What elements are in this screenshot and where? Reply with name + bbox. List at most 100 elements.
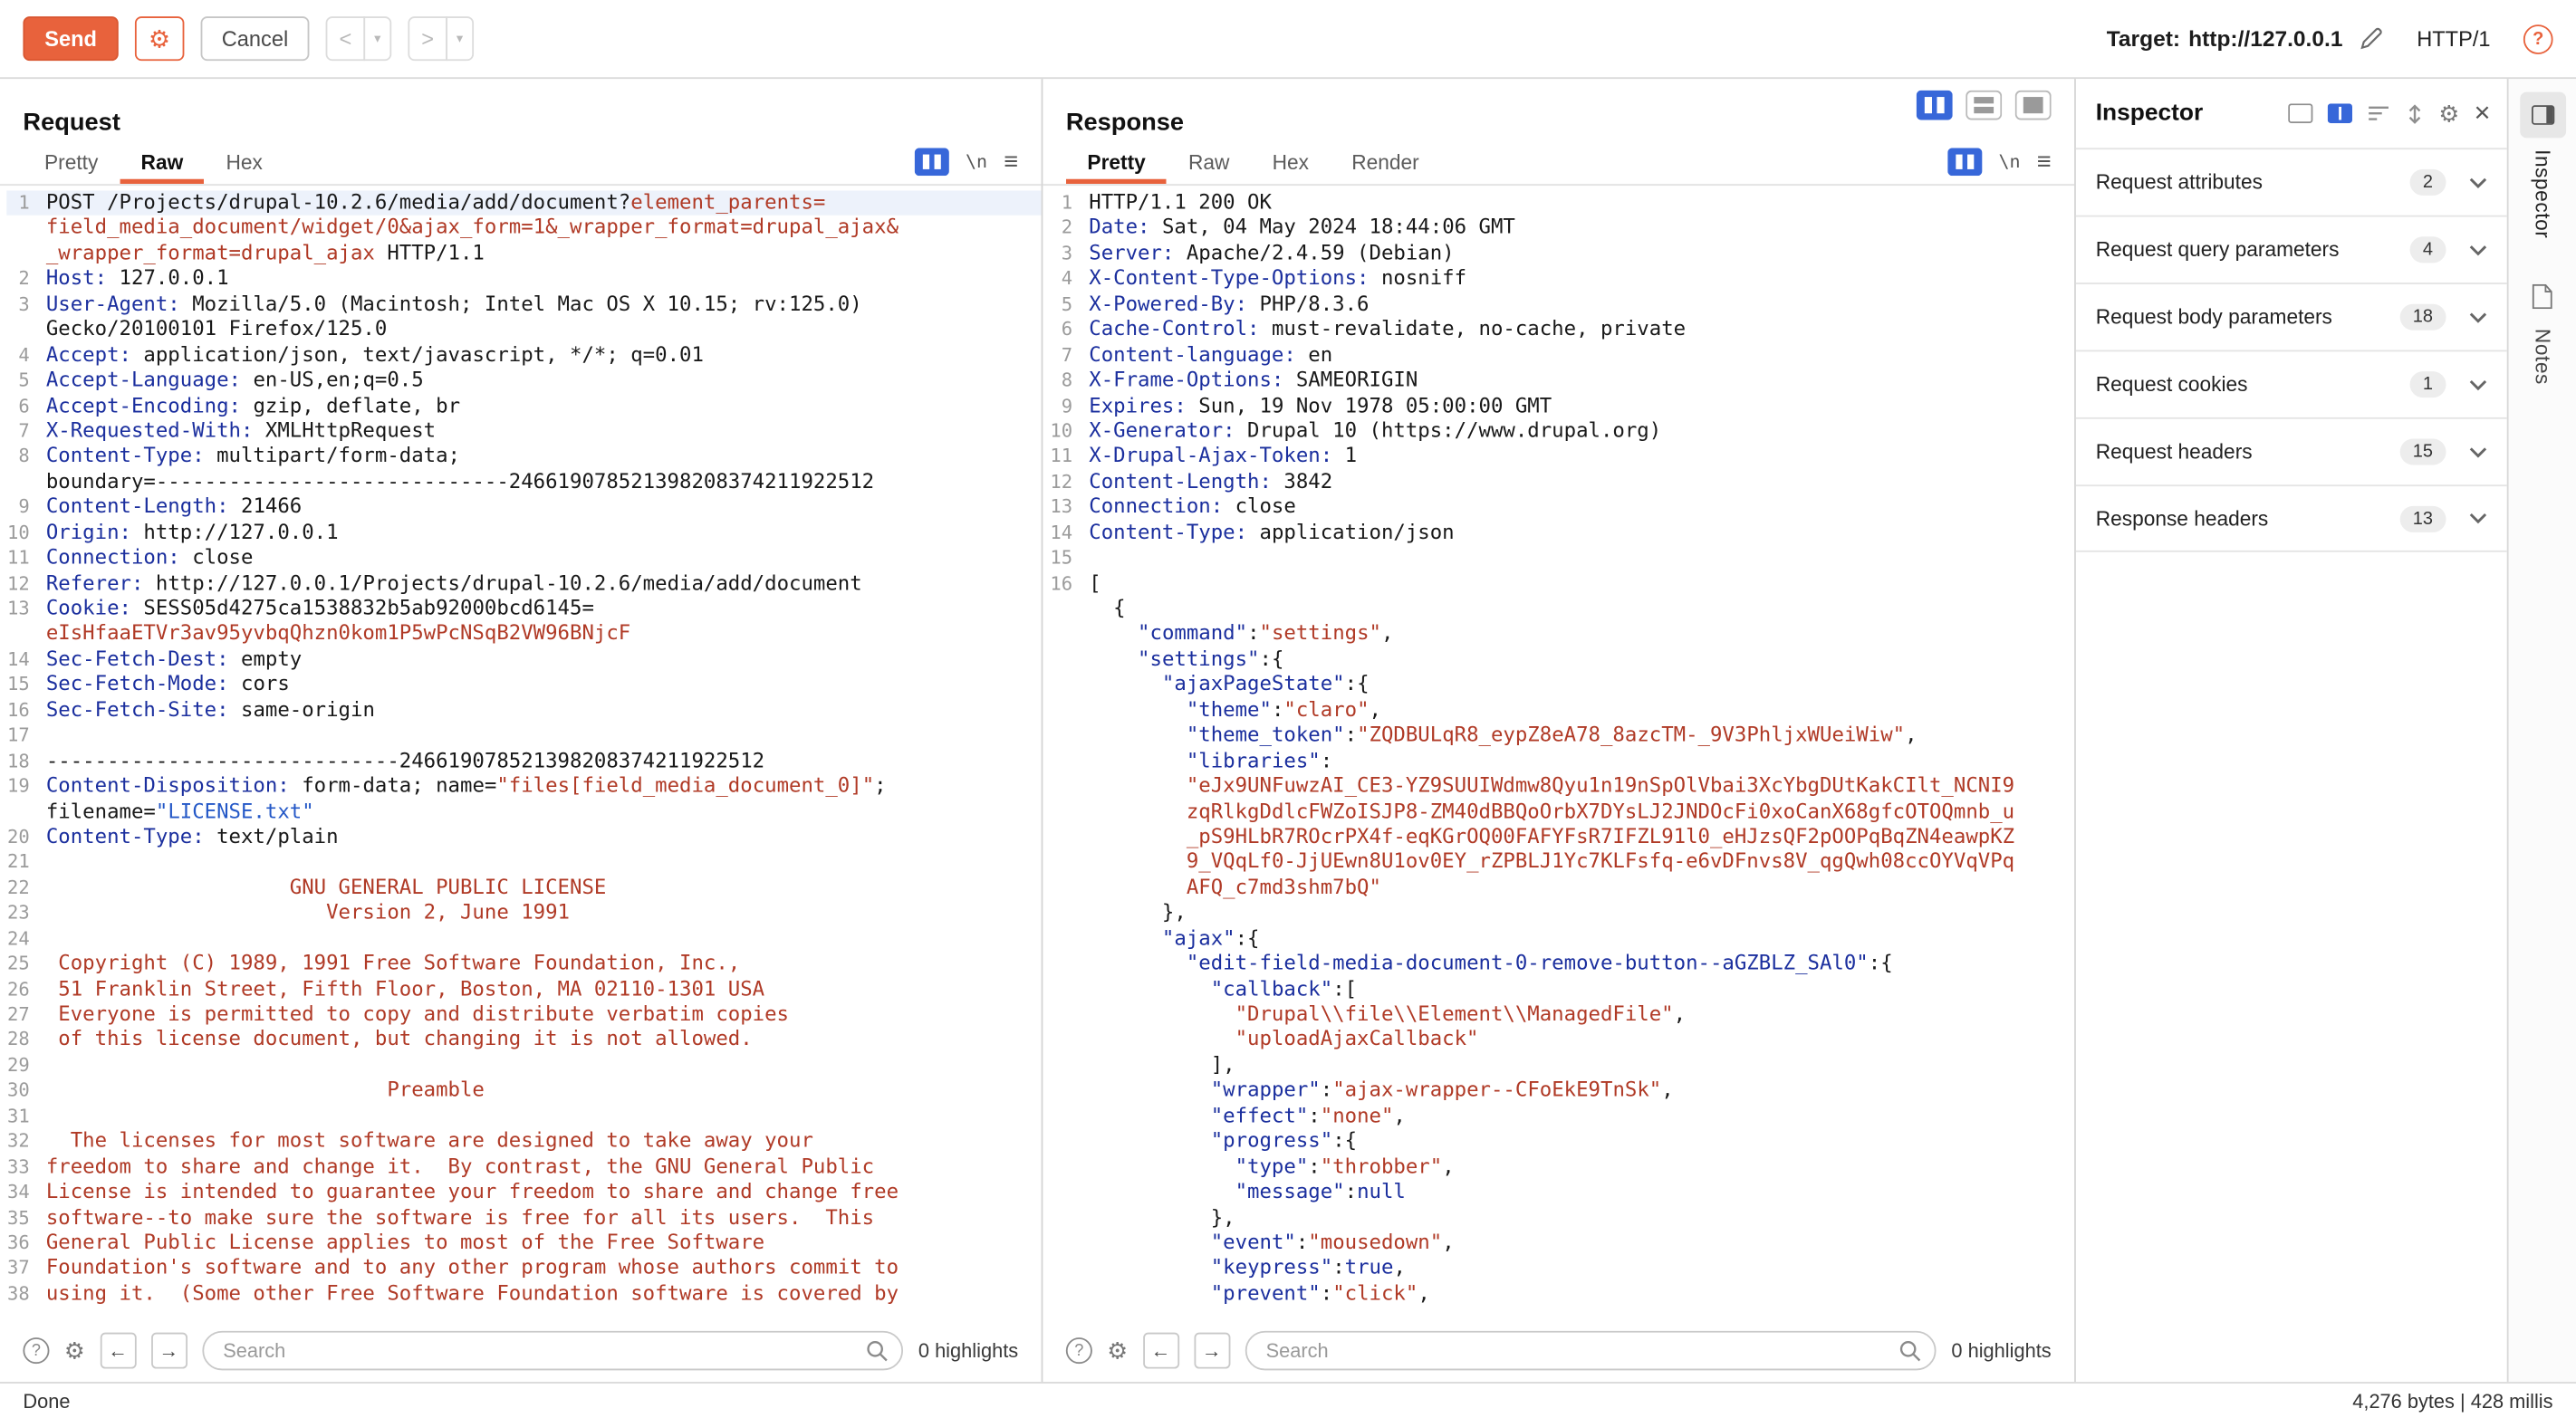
editor-line: 32 The licenses for most software are de… bbox=[6, 1129, 1041, 1155]
http-version-toggle[interactable]: HTTP/1 bbox=[2417, 26, 2490, 51]
editor-line: 17 bbox=[6, 723, 1041, 749]
response-search-input[interactable] bbox=[1245, 1331, 1937, 1371]
nonprintable-toggle[interactable]: \n bbox=[966, 151, 987, 173]
chevron-down-icon bbox=[2469, 446, 2487, 458]
count-badge: 18 bbox=[2399, 304, 2446, 331]
target-label: Target: bbox=[2107, 26, 2180, 51]
editor-line: 3User-Agent: Mozilla/5.0 (Macintosh; Int… bbox=[6, 292, 1041, 318]
inspector-section-response-headers[interactable]: Response headers13 bbox=[2076, 484, 2507, 551]
editor-line: 7Content-language: en bbox=[1050, 343, 2074, 369]
response-title-row: Response bbox=[1043, 79, 2074, 139]
nonprintable-toggle[interactable]: \n bbox=[1999, 151, 2021, 173]
editor-line: 9_VQqLf0-JjUEwn8U1ov0EY_rZPBLJ1Yc7KLFsfq… bbox=[1050, 850, 2074, 876]
wrap-toggle-icon[interactable] bbox=[915, 148, 949, 176]
expand-all-icon[interactable] bbox=[2404, 102, 2424, 124]
editor-line: "callback":[ bbox=[1050, 977, 2074, 1002]
search-settings-gear-icon[interactable]: ⚙ bbox=[1107, 1337, 1128, 1365]
inspector-section-request-query-parameters[interactable]: Request query parameters4 bbox=[2076, 216, 2507, 283]
collapse-all-icon[interactable] bbox=[2366, 103, 2389, 123]
search-settings-gear-icon[interactable]: ⚙ bbox=[64, 1337, 85, 1365]
editor-line: "effect":"none", bbox=[1050, 1104, 2074, 1129]
history-back-caret-icon[interactable]: ▾ bbox=[363, 16, 391, 61]
editor-line: 5Accept-Language: en-US,en;q=0.5 bbox=[6, 369, 1041, 394]
rail-tab-notes[interactable]: Notes bbox=[2531, 284, 2553, 385]
chevron-down-icon bbox=[2469, 378, 2487, 390]
rail-tab-inspector[interactable]: Inspector bbox=[2519, 92, 2565, 239]
editor-line: 33freedom to share and change it. By con… bbox=[6, 1155, 1041, 1180]
editor-line: 1HTTP/1.1 200 OK bbox=[1050, 190, 2074, 216]
layout-single-button[interactable] bbox=[2015, 91, 2052, 120]
response-tab-hex[interactable]: Hex bbox=[1251, 139, 1331, 184]
response-tab-pretty[interactable]: Pretty bbox=[1066, 139, 1168, 184]
help-icon[interactable]: ? bbox=[2523, 24, 2553, 53]
inspector-layout-split-icon[interactable] bbox=[2327, 103, 2351, 123]
editor-line: 38using it. (Some other Free Software Fo… bbox=[6, 1281, 1041, 1307]
chevron-down-icon bbox=[2469, 513, 2487, 524]
inspector-section-request-cookies[interactable]: Request cookies1 bbox=[2076, 350, 2507, 417]
chevron-down-icon bbox=[2469, 177, 2487, 188]
inspector-layout-single-icon[interactable] bbox=[2287, 103, 2312, 123]
inspector-settings-gear-icon[interactable]: ⚙ bbox=[2438, 100, 2459, 128]
history-forward-caret-icon[interactable]: ▾ bbox=[446, 16, 474, 61]
editor-line: 11Connection: close bbox=[6, 546, 1041, 571]
search-help-icon[interactable]: ? bbox=[1066, 1337, 1092, 1364]
inspector-sections: Request attributes2Request query paramet… bbox=[2076, 148, 2507, 551]
editor-menu-icon[interactable]: ≡ bbox=[1004, 148, 1018, 176]
request-highlight-count: 0 highlights bbox=[918, 1339, 1018, 1362]
prev-match-button[interactable]: ← bbox=[100, 1333, 136, 1369]
request-tab-pretty[interactable]: Pretty bbox=[23, 139, 120, 184]
next-match-button[interactable]: → bbox=[150, 1333, 187, 1369]
request-editor[interactable]: 1POST /Projects/drupal-10.2.6/media/add/… bbox=[0, 186, 1042, 1319]
editor-line: 4Accept: application/json, text/javascri… bbox=[6, 343, 1041, 369]
request-editor-tools: \n ≡ bbox=[915, 139, 1018, 184]
response-title: Response bbox=[1066, 109, 1184, 137]
editor-menu-icon[interactable]: ≡ bbox=[2037, 148, 2052, 176]
inspector-section-request-headers[interactable]: Request headers15 bbox=[2076, 417, 2507, 484]
editor-line: 10X-Generator: Drupal 10 (https://www.dr… bbox=[1050, 419, 2074, 445]
editor-line: "libraries": bbox=[1050, 749, 2074, 774]
inspector-section-request-attributes[interactable]: Request attributes2 bbox=[2076, 148, 2507, 215]
inspector-title: Inspector bbox=[2096, 101, 2273, 127]
search-icon bbox=[866, 1339, 889, 1362]
request-tab-hex[interactable]: Hex bbox=[205, 139, 284, 184]
response-editor[interactable]: 1HTTP/1.1 200 OK2Date: Sat, 04 May 2024 … bbox=[1043, 186, 2074, 1319]
prev-match-button[interactable]: ← bbox=[1142, 1333, 1178, 1369]
editor-line: 7X-Requested-With: XMLHttpRequest bbox=[6, 419, 1041, 445]
editor-line: 3Server: Apache/2.4.59 (Debian) bbox=[1050, 242, 2074, 267]
editor-line: 19Content-Disposition: form-data; name="… bbox=[6, 774, 1041, 800]
request-title-row: Request bbox=[0, 79, 1042, 139]
send-button[interactable]: Send bbox=[23, 16, 118, 61]
editor-line: 14Sec-Fetch-Dest: empty bbox=[6, 647, 1041, 673]
response-tab-render[interactable]: Render bbox=[1331, 139, 1441, 184]
editor-line: 13Connection: close bbox=[1050, 495, 2074, 521]
editor-line: "edit-field-media-document-0-remove-butt… bbox=[1050, 952, 2074, 977]
send-settings-button[interactable]: ⚙ bbox=[135, 16, 184, 61]
request-search-input[interactable] bbox=[202, 1331, 904, 1371]
editor-line: 21 bbox=[6, 850, 1041, 876]
next-match-button[interactable]: → bbox=[1194, 1333, 1230, 1369]
edit-target-pencil-icon[interactable] bbox=[2360, 26, 2384, 51]
editor-line: 1POST /Projects/drupal-10.2.6/media/add/… bbox=[6, 190, 1041, 216]
layout-rows-button[interactable] bbox=[1966, 91, 2002, 120]
wrap-toggle-icon[interactable] bbox=[1947, 148, 1982, 176]
layout-columns-button[interactable] bbox=[1917, 91, 1953, 120]
editor-line: 6Accept-Encoding: gzip, deflate, br bbox=[6, 394, 1041, 419]
target-display: Target: http://127.0.0.1 bbox=[2107, 26, 2343, 51]
editor-line: { bbox=[1050, 597, 2074, 622]
inspector-section-request-body-parameters[interactable]: Request body parameters18 bbox=[2076, 283, 2507, 350]
history-forward-button[interactable]: > bbox=[408, 16, 447, 61]
search-help-icon[interactable]: ? bbox=[23, 1337, 49, 1364]
request-tab-raw[interactable]: Raw bbox=[120, 139, 205, 184]
editor-line: 2Date: Sat, 04 May 2024 18:44:06 GMT bbox=[1050, 216, 2074, 242]
section-label: Response headers bbox=[2096, 507, 2400, 530]
editor-line: zqRlkgDdlcFWZoISJP8-ZM40dBBQoOrbX7DYsLJ2… bbox=[1050, 800, 2074, 825]
response-tab-raw[interactable]: Raw bbox=[1167, 139, 1251, 184]
request-search-wrap bbox=[202, 1331, 904, 1371]
editor-line: "progress":{ bbox=[1050, 1129, 2074, 1155]
inspector-close-icon[interactable]: × bbox=[2475, 97, 2491, 129]
editor-line: 4X-Content-Type-Options: nosniff bbox=[1050, 267, 2074, 292]
cancel-button[interactable]: Cancel bbox=[201, 16, 310, 61]
section-label: Request body parameters bbox=[2096, 306, 2400, 329]
status-done: Done bbox=[23, 1389, 70, 1412]
history-back-button[interactable]: < bbox=[326, 16, 366, 61]
